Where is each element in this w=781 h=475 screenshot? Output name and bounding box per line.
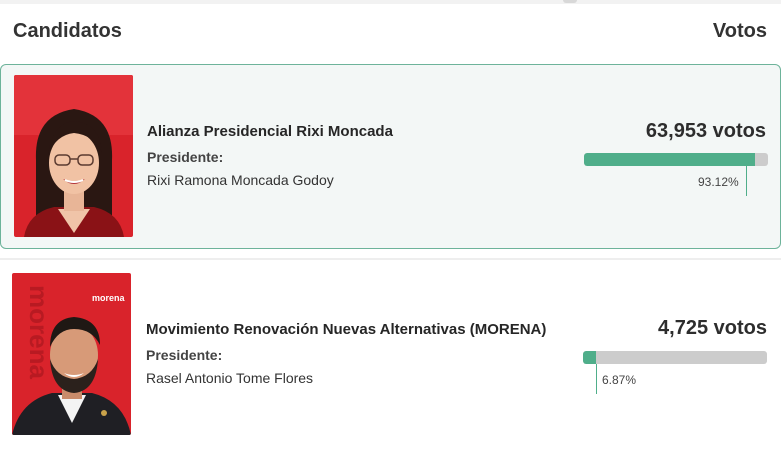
candidates-heading: Candidatos <box>13 20 122 42</box>
candidate-info: Movimiento Renovación Nuevas Alternativa… <box>146 321 546 386</box>
percent-marker <box>746 166 747 196</box>
side-watermark-text: morena <box>24 285 54 379</box>
vote-percent: 6.87% <box>602 373 637 387</box>
vote-progress-fill <box>583 351 596 364</box>
votes-heading: Votos <box>712 20 767 42</box>
vote-progress-bar <box>583 351 767 364</box>
vote-percent: 93.12% <box>698 175 739 189</box>
party-name: Alianza Presidencial Rixi Moncada <box>147 123 393 140</box>
morena-logo-text: morena <box>92 293 126 303</box>
results-header: Candidatos Votos <box>0 0 781 62</box>
party-name: Movimiento Renovación Nuevas Alternativa… <box>146 321 547 338</box>
candidate-card[interactable]: morena morena Movimiento Renovación Nuev… <box>0 258 781 448</box>
candidate-name: Rasel Antonio Tome Flores <box>146 370 314 386</box>
percent-marker <box>596 364 597 394</box>
candidate-card[interactable]: Alianza Presidencial Rixi Moncada Presid… <box>0 64 781 249</box>
role-label: Presidente: <box>147 149 224 165</box>
candidate-photo: morena morena <box>12 273 131 435</box>
candidate-name: Rixi Ramona Moncada Godoy <box>147 172 334 188</box>
vote-count: 4,725 votos <box>658 317 767 339</box>
candidate-photo <box>14 75 133 237</box>
vote-progress-bar <box>584 153 768 166</box>
vote-progress-fill <box>584 153 756 166</box>
candidate-info: Alianza Presidencial Rixi Moncada Presid… <box>147 123 393 188</box>
vote-count: 63,953 votos <box>645 120 766 142</box>
role-label: Presidente: <box>146 347 223 363</box>
